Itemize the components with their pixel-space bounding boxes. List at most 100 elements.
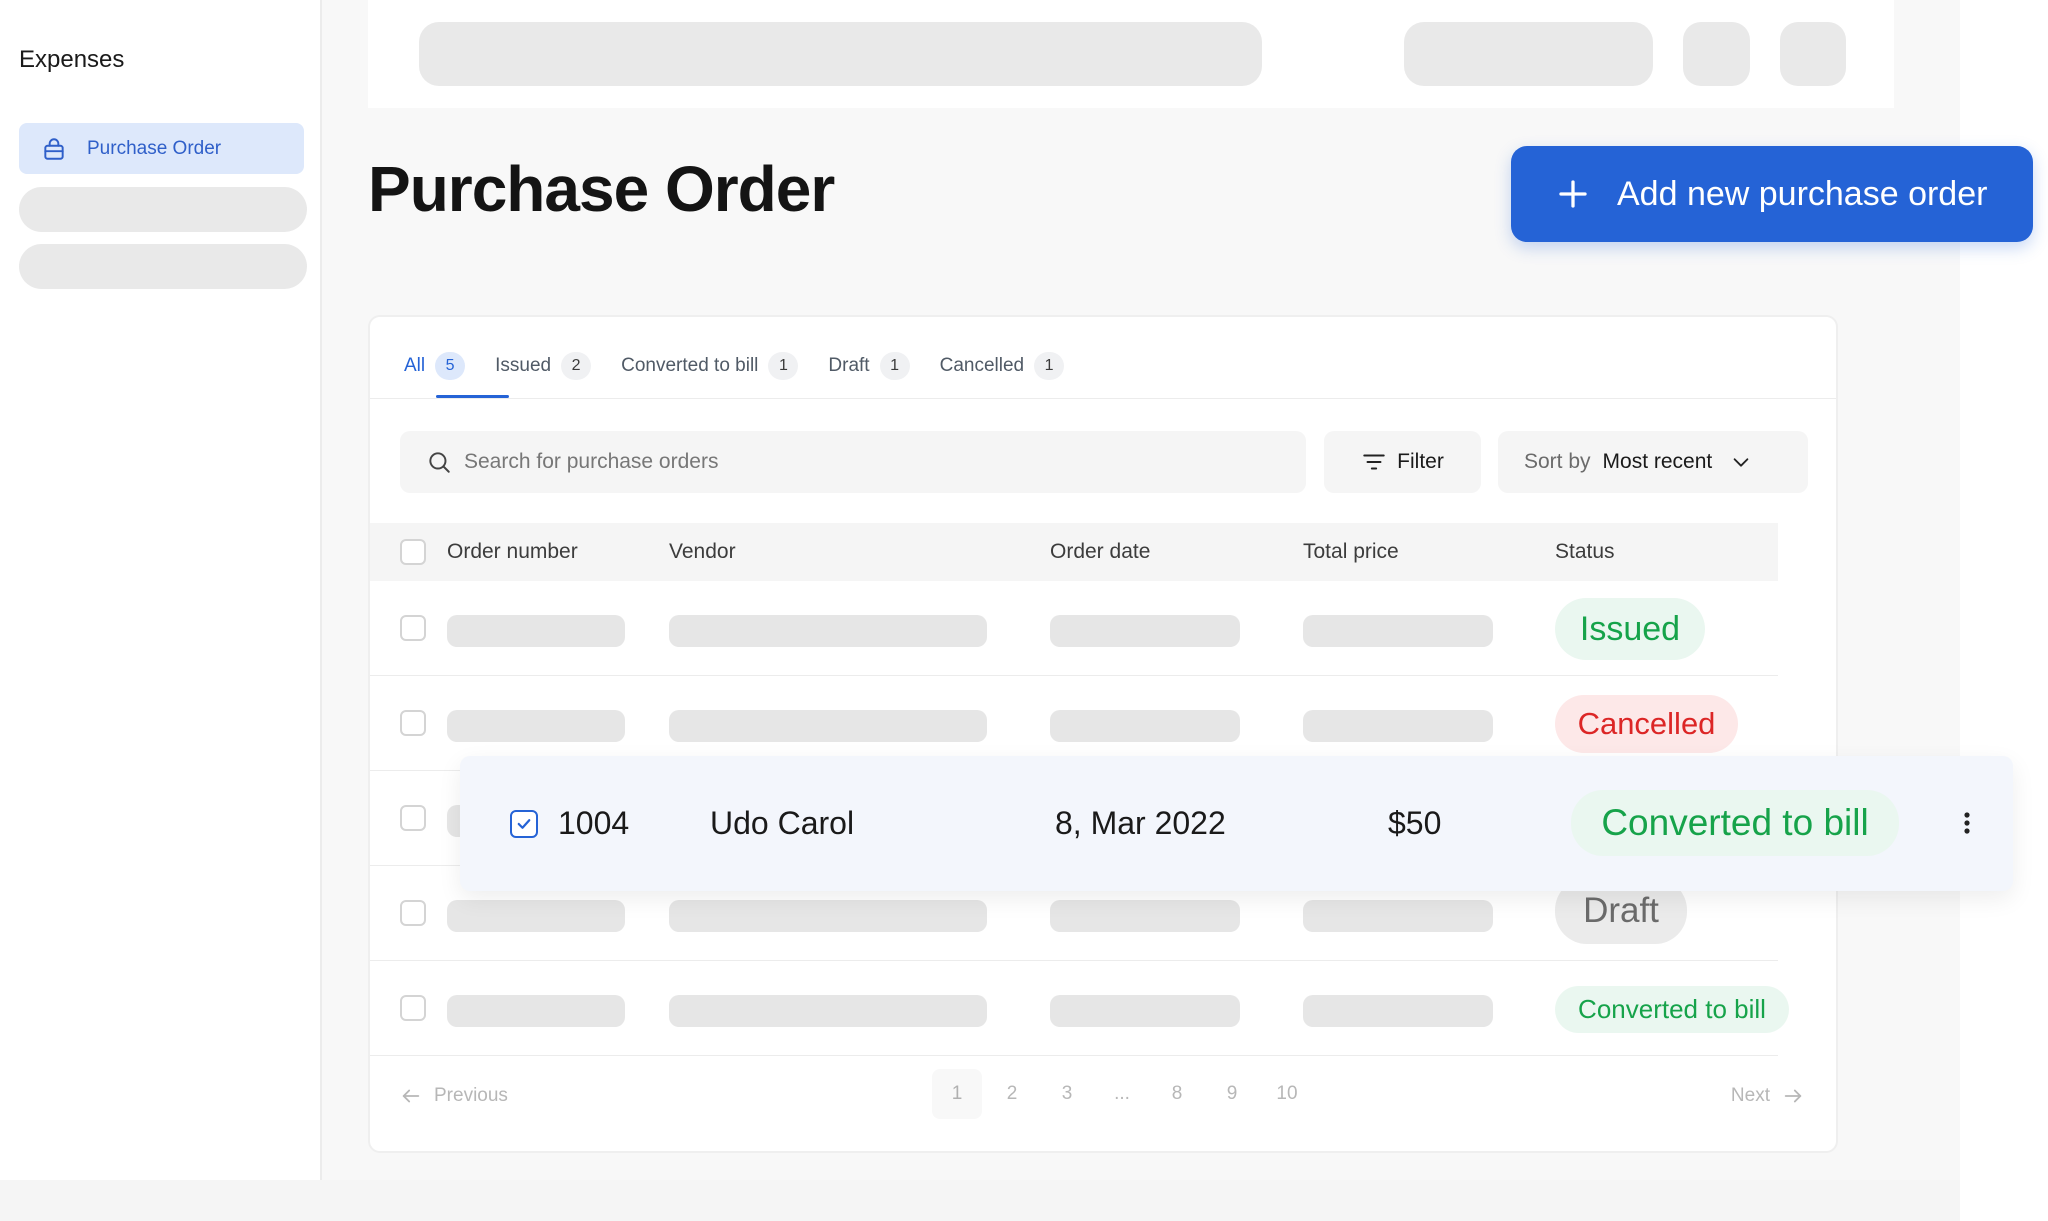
chevron-down-icon [1730, 451, 1752, 473]
sidebar: Expenses Purchase Order [0, 0, 322, 1180]
page-number-10[interactable]: 10 [1262, 1069, 1312, 1119]
check-icon [517, 819, 531, 829]
tab-issued[interactable]: Issued 2 [495, 347, 592, 385]
filter-label: Filter [1397, 450, 1444, 473]
total-price-cell: $50 [1388, 805, 1442, 841]
tab-count: 5 [435, 352, 466, 380]
cell-placeholder [669, 900, 987, 932]
column-header-order-date[interactable]: Order date [1050, 523, 1150, 581]
tab-count: 1 [879, 352, 910, 380]
top-icon-placeholder[interactable] [1780, 22, 1846, 86]
column-header-status[interactable]: Status [1555, 523, 1615, 581]
tab-count: 2 [561, 352, 592, 380]
status-badge: Converted to bill [1571, 790, 1899, 856]
filter-button[interactable]: Filter [1324, 431, 1481, 493]
select-all-checkbox[interactable] [400, 539, 426, 565]
cell-placeholder [669, 710, 987, 742]
top-bar [368, 0, 1894, 108]
status-badge: Issued [1555, 598, 1705, 660]
top-search-placeholder[interactable] [419, 22, 1262, 86]
table-header: Order number Vendor Order date Total pri… [370, 523, 1778, 581]
sort-prefix: Sort by [1524, 450, 1591, 473]
tab-cancelled[interactable]: Cancelled 1 [940, 347, 1065, 385]
column-header-total-price[interactable]: Total price [1303, 523, 1399, 581]
sidebar-title: Expenses [19, 46, 125, 73]
cell-placeholder [1050, 710, 1240, 742]
status-tabs: All 5 Issued 2 Converted to bill 1 Draft… [404, 347, 1094, 385]
cell-placeholder [669, 615, 987, 647]
next-label: Next [1730, 1085, 1770, 1106]
tab-count: 1 [1034, 352, 1065, 380]
row-checkbox[interactable] [400, 615, 426, 641]
add-purchase-order-button[interactable]: Add new purchase order [1511, 146, 2033, 242]
table-row[interactable]: Issued [370, 581, 1778, 676]
bottom-strip [0, 1180, 1960, 1221]
top-icon-placeholder[interactable] [1683, 22, 1750, 86]
page-number-1[interactable]: 1 [932, 1069, 982, 1119]
more-options-icon[interactable] [1950, 806, 1984, 840]
highlighted-table-row[interactable]: 1004 Udo Carol 8, Mar 2022 $50 Converted… [460, 756, 2013, 891]
status-badge: Converted to bill [1555, 986, 1789, 1033]
plus-icon [1555, 176, 1591, 212]
row-checkbox[interactable] [400, 710, 426, 736]
sidebar-item-placeholder[interactable] [19, 244, 307, 289]
pagination: Previous 1 2 3 ... 8 9 10 Next [370, 1069, 1836, 1129]
table-row[interactable]: Converted to bill [370, 961, 1789, 1056]
row-checkbox[interactable] [400, 995, 426, 1021]
tab-label: Cancelled [939, 355, 1025, 376]
column-header-vendor[interactable]: Vendor [669, 523, 736, 581]
arrow-right-icon [1782, 1085, 1804, 1107]
column-header-order-number[interactable]: Order number [447, 523, 578, 581]
sidebar-item-placeholder[interactable] [19, 187, 307, 232]
sidebar-item-label: Purchase Order [87, 137, 222, 159]
tabs-divider [370, 398, 1836, 399]
tab-draft[interactable]: Draft 1 [828, 347, 910, 385]
purchase-orders-card: All 5 Issued 2 Converted to bill 1 Draft… [368, 315, 1838, 1153]
tab-converted-to-bill[interactable]: Converted to bill 1 [621, 347, 799, 385]
cell-placeholder [447, 900, 625, 932]
tab-all[interactable]: All 5 [404, 347, 466, 385]
row-checkbox[interactable] [400, 900, 426, 926]
sort-dropdown[interactable]: Sort by Most recent [1498, 431, 1808, 493]
page-title: Purchase Order [368, 153, 835, 225]
arrow-left-icon [400, 1085, 422, 1107]
filter-icon [1361, 449, 1387, 475]
tab-label: All [404, 355, 426, 376]
order-number-cell: 1004 [558, 805, 630, 841]
page-number-2[interactable]: 2 [987, 1069, 1037, 1119]
search-input[interactable]: Search for purchase orders [400, 431, 1306, 493]
cell-placeholder [1303, 710, 1493, 742]
cell-placeholder [669, 995, 987, 1027]
search-icon [426, 449, 452, 475]
cell-placeholder [1050, 900, 1240, 932]
previous-page-button[interactable]: Previous [400, 1085, 508, 1107]
shopping-bag-icon [41, 136, 67, 162]
tab-count: 1 [768, 352, 799, 380]
sidebar-item-purchase-order[interactable]: Purchase Order [19, 123, 304, 174]
cell-placeholder [1303, 995, 1493, 1027]
cell-placeholder [447, 710, 625, 742]
row-checkbox[interactable] [400, 805, 426, 831]
status-badge: Cancelled [1555, 695, 1738, 753]
page-ellipsis: ... [1114, 1083, 1130, 1104]
cell-placeholder [447, 995, 625, 1027]
cell-placeholder [1303, 615, 1493, 647]
row-checkbox-checked[interactable] [510, 810, 538, 838]
tab-label: Issued [495, 355, 552, 376]
tab-label: Draft [828, 355, 870, 376]
top-action-placeholder[interactable] [1404, 22, 1653, 86]
add-button-label: Add new purchase order [1617, 174, 1988, 213]
previous-label: Previous [434, 1085, 508, 1106]
page-number-9[interactable]: 9 [1207, 1069, 1257, 1119]
next-page-button[interactable]: Next [1731, 1085, 1804, 1107]
cell-placeholder [1050, 995, 1240, 1027]
cell-placeholder [1303, 900, 1493, 932]
page-number-8[interactable]: 8 [1152, 1069, 1202, 1119]
page-number-3[interactable]: 3 [1042, 1069, 1092, 1119]
page-numbers: 1 2 3 ... 8 9 10 [932, 1069, 1317, 1119]
order-date-cell: 8, Mar 2022 [1055, 805, 1226, 841]
cell-placeholder [447, 615, 625, 647]
vendor-cell: Udo Carol [710, 805, 855, 841]
tab-label: Converted to bill [621, 355, 759, 376]
search-placeholder: Search for purchase orders [464, 450, 719, 473]
